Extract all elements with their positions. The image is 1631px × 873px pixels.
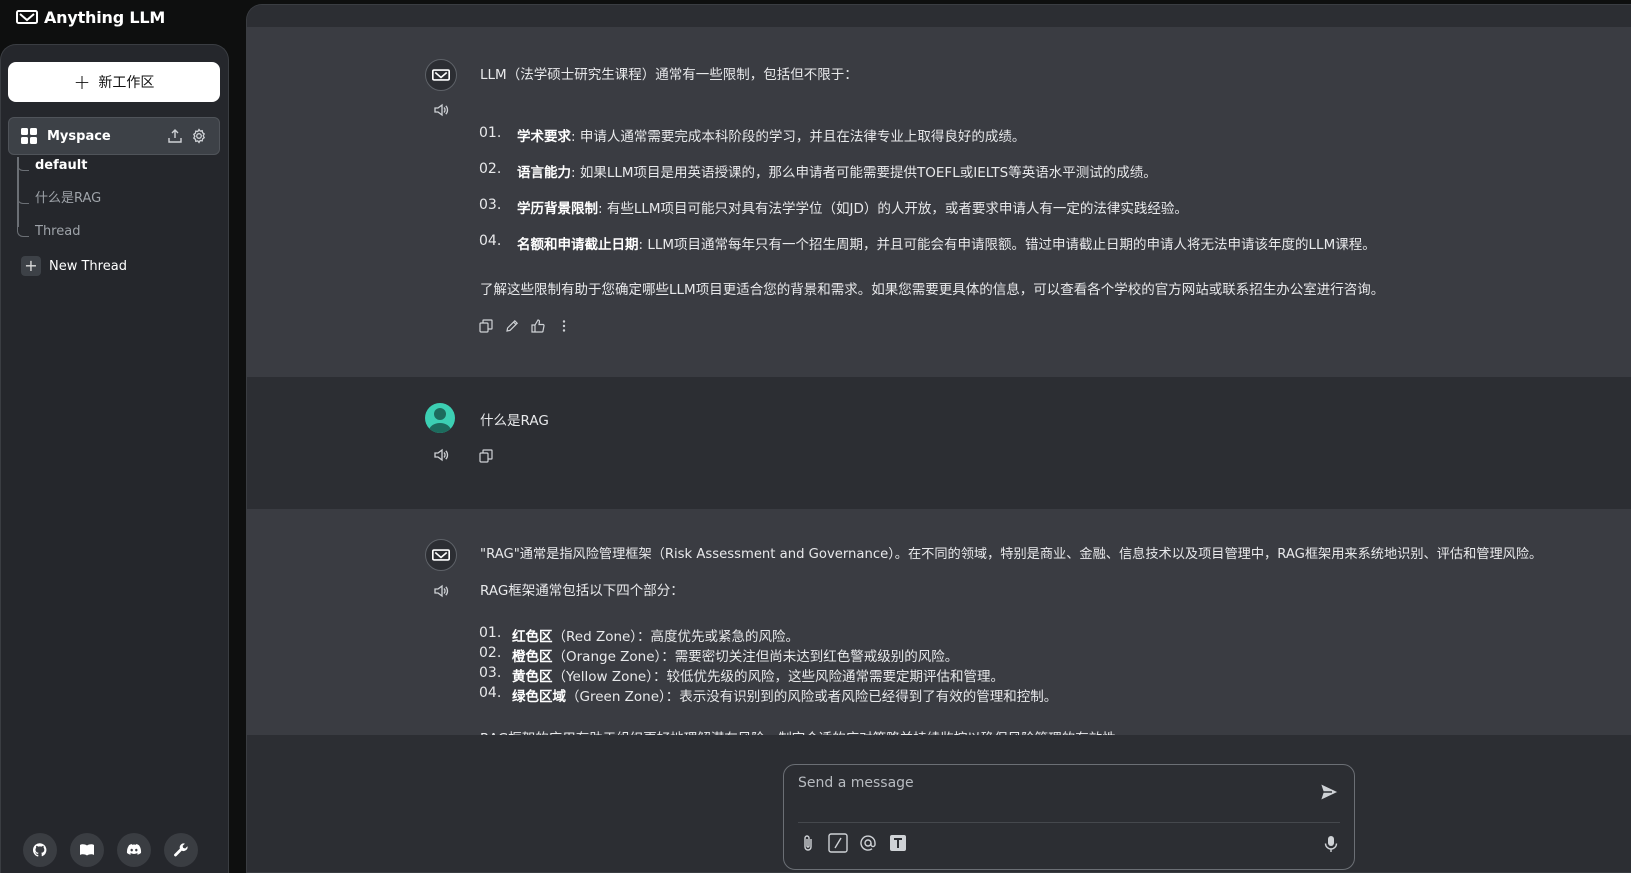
anythingllm-logo-icon <box>432 69 450 81</box>
assistant-avatar <box>425 539 457 571</box>
plus-icon: + <box>21 256 41 276</box>
tree-elbow <box>17 190 29 204</box>
message-outro: 了解这些限制有助于您确定哪些LLM项目更适合您的背景和需求。如果您需要更具体的信… <box>480 282 1385 298</box>
edit-pencil-icon[interactable] <box>505 319 519 333</box>
plus-icon: + <box>73 70 91 94</box>
message-composer[interactable]: Send a message <box>783 764 1355 870</box>
tree-elbow <box>17 223 29 237</box>
workspace-name: Myspace <box>47 128 111 144</box>
message-actions <box>479 449 493 463</box>
list-item: 02. 语言能力: 如果LLM项目是用英语授课的，那么申请者可能需要提供TOEF… <box>479 161 1157 181</box>
anythingllm-logo-icon <box>432 549 450 561</box>
github-icon <box>32 843 47 857</box>
upload-icon[interactable] <box>167 128 183 144</box>
thread-label: default <box>35 158 88 173</box>
gear-icon[interactable] <box>191 128 207 144</box>
thread-label: 什么是RAG <box>35 191 102 206</box>
speaker-icon[interactable] <box>433 102 449 118</box>
mention-at-icon[interactable] <box>858 833 878 853</box>
thread-item-default[interactable]: default <box>17 155 87 177</box>
list-item: 02. 橙色区 （Orange Zone）：需要密切关注但尚未达到红色警戒级别的风… <box>479 645 959 665</box>
speaker-icon[interactable] <box>433 583 449 599</box>
workspace-item-myspace[interactable]: Myspace <box>8 117 220 155</box>
text-size-icon[interactable] <box>888 833 908 853</box>
new-thread-button[interactable]: + New Thread <box>21 256 127 276</box>
microphone-icon[interactable] <box>1322 835 1340 853</box>
tree-elbow <box>17 157 29 171</box>
new-thread-label: New Thread <box>49 258 127 274</box>
user-message-text: 什么是RAG <box>480 413 549 429</box>
app-logo: Anything LLM <box>16 6 165 28</box>
message-actions <box>479 319 571 333</box>
app-title: Anything LLM <box>44 7 166 27</box>
composer-tools <box>798 833 908 853</box>
github-button[interactable] <box>23 833 57 867</box>
assistant-message: "RAG"通常是指风险管理框架（Risk Assessment and Gove… <box>247 509 1631 735</box>
thread-item-thread[interactable]: Thread <box>17 221 80 243</box>
list-item: 01. 红色区 （Red Zone）：高度优先或紧急的风险。 <box>479 625 800 645</box>
user-message: 什么是RAG <box>247 377 1631 509</box>
copy-icon[interactable] <box>479 319 493 333</box>
settings-button[interactable] <box>164 833 198 867</box>
message-outro: RAG框架的应用有助于组织更好地理解潜在风险，制定合适的应对策略并持续监控以确保… <box>480 727 1129 735</box>
message-sub-intro: RAG框架通常包括以下四个部分： <box>480 583 684 599</box>
assistant-message: LLM（法学硕士研究生课程）通常有一些限制，包括但不限于： 01. 学术要求: … <box>247 27 1631 377</box>
user-avatar <box>425 403 455 433</box>
list-item: 03. 学历背景限制: 有些LLM项目可能只对具有法学学位（如JD）的人开放，或… <box>479 197 1188 217</box>
composer-divider <box>798 822 1340 823</box>
docs-book-icon <box>80 844 94 856</box>
list-item: 01. 学术要求: 申请人通常需要完成本科阶段的学习，并且在法律专业上取得良好的… <box>479 125 1026 145</box>
list-item: 04. 绿色区域 （Green Zone）：表示没有识别到的风险或者风险已经得到了… <box>479 685 1058 705</box>
slash-command-icon[interactable] <box>828 833 848 853</box>
new-workspace-button[interactable]: + 新工作区 <box>8 62 220 102</box>
sidebar: + 新工作区 Myspace default 什么是RAG Thread + N… <box>0 44 229 873</box>
settings-wrench-icon <box>174 843 188 857</box>
attach-paperclip-icon[interactable] <box>798 833 818 853</box>
send-icon[interactable] <box>1318 781 1340 803</box>
speaker-icon[interactable] <box>433 447 449 463</box>
user-avatar-icon <box>428 408 452 433</box>
chat-topbar <box>247 5 1631 27</box>
docs-button[interactable] <box>70 833 104 867</box>
chat-panel: LLM（法学硕士研究生课程）通常有一些限制，包括但不限于： 01. 学术要求: … <box>246 4 1631 873</box>
list-item: 04. 名额和申请截止日期: LLM项目通常每年只有一个招生周期，并且可能会有申… <box>479 233 1376 253</box>
anythingllm-logo-icon <box>16 10 38 24</box>
thread-item-rag[interactable]: 什么是RAG <box>17 188 101 210</box>
list-item: 03. 黄色区 （Yellow Zone）：较低优先级的风险，这些风险通常需要定期… <box>479 665 1004 685</box>
message-intro: "RAG"通常是指风险管理框架（Risk Assessment and Gove… <box>480 547 1543 562</box>
message-intro: LLM（法学硕士研究生课程）通常有一些限制，包括但不限于： <box>480 67 858 83</box>
message-input[interactable]: Send a message <box>798 775 914 791</box>
copy-icon[interactable] <box>479 449 493 463</box>
discord-icon <box>126 844 142 855</box>
discord-button[interactable] <box>117 833 151 867</box>
thread-label: Thread <box>35 224 81 239</box>
workspace-grid-icon <box>21 128 37 144</box>
more-vertical-icon[interactable] <box>557 319 571 333</box>
new-workspace-label: 新工作区 <box>98 75 155 91</box>
thumbs-up-icon[interactable] <box>531 319 545 333</box>
assistant-avatar <box>425 59 457 91</box>
